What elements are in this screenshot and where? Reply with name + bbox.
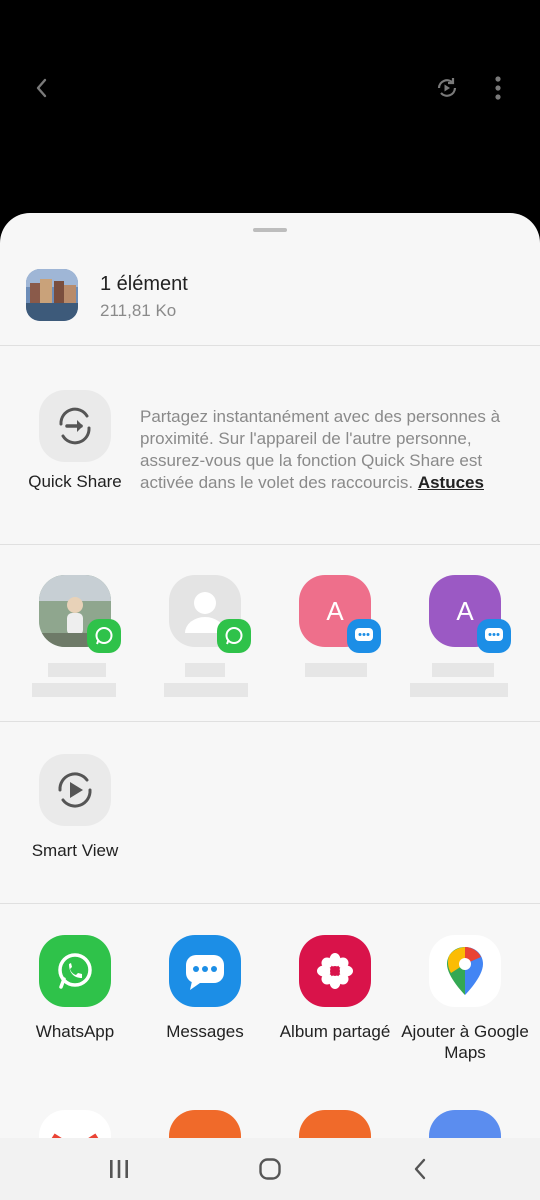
share-item-count: 1 élément [100, 273, 188, 295]
messages-icon [186, 955, 224, 990]
divider [0, 544, 540, 545]
whatsapp-label: WhatsApp [35, 1022, 115, 1041]
whatsapp-icon [58, 953, 92, 989]
whatsapp-badge-icon [217, 619, 251, 653]
share-sheet: 1 élément 211,81 Ko Quick Share Partagez… [0, 213, 540, 1138]
shared-album-label: Album partagé [279, 1022, 391, 1041]
app-button[interactable] [169, 1110, 241, 1138]
google-maps-app-button[interactable] [429, 935, 501, 1007]
smart-view-icon [58, 772, 92, 808]
contact-name-redacted [48, 663, 106, 677]
messages-badge-icon [477, 619, 511, 653]
google-maps-pin-icon [447, 947, 483, 995]
shared-album-app-button[interactable] [299, 935, 371, 1007]
gmail-icon [51, 1133, 99, 1138]
system-nav-bar [0, 1138, 540, 1200]
gmail-app-button[interactable] [39, 1110, 111, 1138]
quick-share-label: Quick Share [28, 472, 122, 491]
smart-view-label: Smart View [31, 841, 119, 860]
contact-name-redacted [32, 683, 116, 697]
messages-label: Messages [166, 1022, 244, 1041]
quick-share-description: Partagez instantanément avec des personn… [140, 407, 501, 492]
google-maps-label: Ajouter à Google Maps [401, 1022, 529, 1062]
drag-handle[interactable] [253, 228, 287, 232]
messages-app-button[interactable] [169, 935, 241, 1007]
divider [0, 345, 540, 346]
contact-name-redacted [410, 683, 508, 697]
share-item-size: 211,81 Ko [100, 301, 177, 320]
more-vertical-icon[interactable] [478, 68, 518, 108]
divider [0, 903, 540, 904]
whatsapp-app-button[interactable] [39, 935, 111, 1007]
whatsapp-badge-icon [87, 619, 121, 653]
contact-name-redacted [185, 663, 225, 677]
smart-view-button[interactable] [39, 754, 111, 826]
divider [0, 721, 540, 722]
back-chevron-icon[interactable] [22, 68, 62, 108]
back-icon[interactable] [401, 1152, 441, 1186]
quick-share-button[interactable] [39, 390, 111, 462]
flower-icon [317, 953, 353, 989]
tips-link[interactable]: Astuces [418, 473, 484, 492]
top-app-bar [0, 0, 540, 215]
shared-image-thumbnail [26, 269, 78, 321]
contact-name-redacted [432, 663, 494, 677]
rotate-screen-icon[interactable] [427, 68, 467, 108]
app-button[interactable] [299, 1110, 371, 1138]
home-icon[interactable] [250, 1152, 290, 1186]
contact-name-redacted [164, 683, 248, 697]
recents-icon[interactable] [99, 1152, 139, 1186]
messages-badge-icon [347, 619, 381, 653]
contact-name-redacted [305, 663, 367, 677]
app-button[interactable] [429, 1110, 501, 1138]
quick-share-icon [59, 407, 91, 445]
